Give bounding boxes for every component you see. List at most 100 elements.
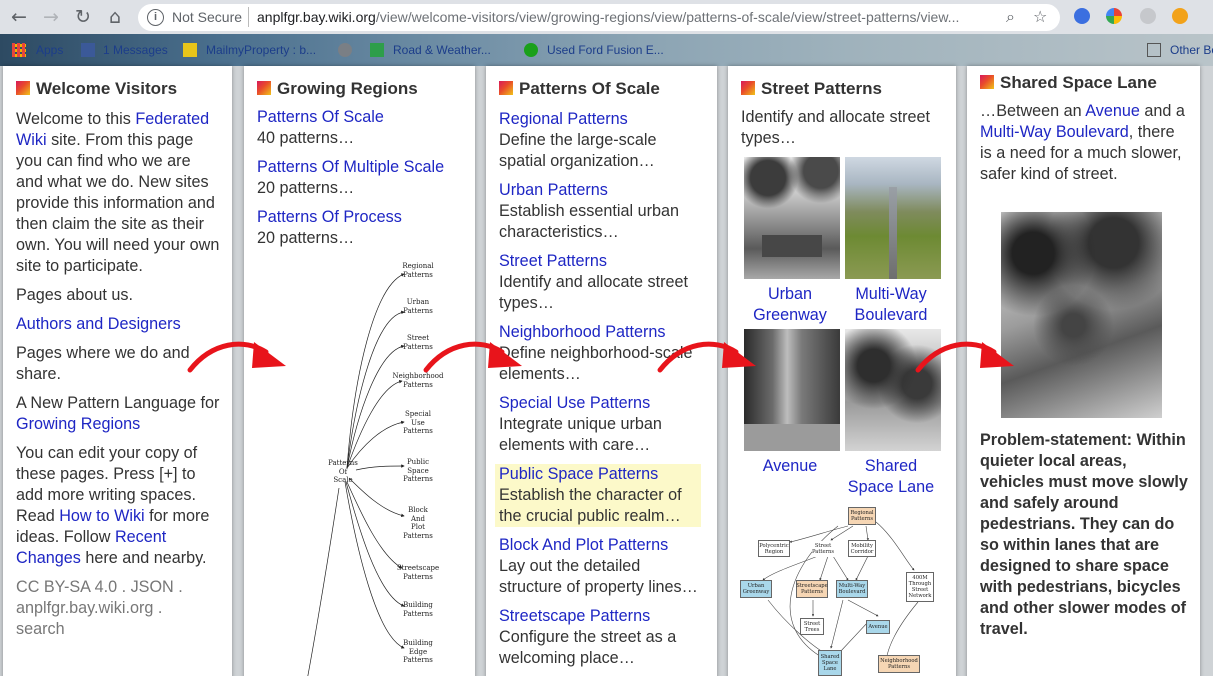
- how-to-wiki-link[interactable]: How to Wiki: [59, 507, 144, 525]
- address-bar[interactable]: i Not Secure anplfgr.bay.wiki.org/view/w…: [138, 4, 1060, 31]
- url-divider: [248, 7, 249, 27]
- page-title: Patterns Of Scale: [499, 79, 660, 99]
- page-title: Shared Space Lane: [980, 73, 1157, 93]
- paragraph: Welcome to this Federated Wiki site. Fro…: [16, 110, 220, 275]
- list-item: Block And Plot Patterns Lay out the detai…: [499, 535, 705, 598]
- growing-regions-link[interactable]: Growing Regions: [16, 415, 140, 433]
- story-intro: Identify and allocate street types…: [741, 108, 930, 147]
- authors-designers-link[interactable]: Authors and Designers: [16, 314, 221, 335]
- public-space-patterns-link[interactable]: Public Space Patterns: [499, 464, 701, 485]
- site-flag-icon[interactable]: [741, 81, 755, 95]
- urban-patterns-link[interactable]: Urban Patterns: [499, 180, 705, 201]
- back-icon[interactable]: ←: [6, 4, 32, 30]
- extension-puzzle-icon[interactable]: [1140, 8, 1156, 24]
- red-arrow-icon: [657, 341, 756, 373]
- list-item: Patterns Of Scale 40 patterns…: [257, 107, 467, 149]
- extension-cplus-icon[interactable]: [1172, 8, 1188, 24]
- browser-toolbar: ← → ↻ ⌂ i Not Secure anplfgr.bay.wiki.or…: [0, 0, 1213, 34]
- graph-node-street-patterns: Street Patterns: [811, 541, 835, 557]
- list-item: Patterns Of Process 20 patterns…: [257, 207, 467, 249]
- shared-space-lane-link[interactable]: Shared Space Lane: [841, 456, 941, 498]
- problem-statement: Problem-statement: Within quieter local …: [980, 431, 1188, 638]
- graph-node-shared-space-lane: Shared Space Lane: [818, 650, 842, 676]
- zoom-icon[interactable]: ⌕: [1006, 7, 1015, 27]
- avenue-link[interactable]: Avenue: [740, 456, 840, 477]
- avenue-link[interactable]: Avenue: [1085, 102, 1140, 120]
- streetscape-patterns-link[interactable]: Streetscape Patterns: [499, 606, 705, 627]
- site-flag-icon[interactable]: [980, 75, 994, 89]
- page-title: Street Patterns: [741, 79, 882, 99]
- red-arrow-icon: [187, 341, 286, 373]
- graph-node-through-street-network: 400M Through Street Network: [906, 572, 934, 602]
- graph-node-neighborhood-patterns: Neighborhood Patterns: [878, 655, 920, 673]
- urban-greenway-link[interactable]: Urban Greenway: [740, 284, 840, 326]
- list-item: Regional Patterns Define the large-scale …: [499, 109, 705, 172]
- apps-icon: [12, 43, 26, 57]
- paragraph: Pages about us.: [16, 286, 133, 304]
- road-weather-icon: [370, 43, 384, 57]
- site-flag-icon[interactable]: [499, 81, 513, 95]
- ford-icon: [524, 43, 538, 57]
- block-and-plot-patterns-link[interactable]: Block And Plot Patterns: [499, 535, 705, 556]
- info-icon[interactable]: i: [147, 9, 164, 26]
- regional-patterns-link[interactable]: Regional Patterns: [499, 109, 705, 130]
- bookmark-apps[interactable]: Apps: [36, 43, 63, 57]
- graph-node-urban-greenway: Urban Greenway: [740, 580, 772, 598]
- story: Patterns Of Scale 40 patterns… Patterns O…: [257, 107, 467, 257]
- mailmyproperty-icon: [183, 43, 197, 57]
- page-title: Growing Regions: [257, 79, 418, 99]
- url-text[interactable]: anplfgr.bay.wiki.org/view/welcome-visito…: [257, 9, 999, 25]
- bookmark-other[interactable]: Other Bo: [1170, 43, 1213, 57]
- facebook-icon: [81, 43, 95, 57]
- site-link[interactable]: anplfgr.bay.wiki.org .: [16, 598, 221, 619]
- street-patterns-link[interactable]: Street Patterns: [499, 251, 705, 272]
- diagram-node: Building Patterns: [403, 601, 433, 618]
- home-icon[interactable]: ⌂: [102, 4, 128, 30]
- url-host: anplfgr.bay.wiki.org: [257, 9, 376, 25]
- paragraph: …Between an Avenue and a Multi-Way Boule…: [980, 102, 1185, 183]
- diagram-node: Streetscape Patterns: [396, 564, 440, 581]
- red-arrow-icon: [915, 341, 1014, 373]
- license-json-links[interactable]: CC BY-SA 4.0 . JSON .: [16, 577, 221, 598]
- multi-way-boulevard-link[interactable]: Multi-Way Boulevard: [980, 123, 1129, 141]
- diagram-node: Public Space Patterns: [403, 458, 433, 483]
- forward-icon[interactable]: →: [38, 4, 64, 30]
- list-item: Patterns Of Multiple Scale 20 patterns…: [257, 157, 467, 199]
- red-arrow-icon: [423, 341, 522, 373]
- reload-icon[interactable]: ↻: [70, 4, 96, 30]
- extension-shield-icon[interactable]: [1074, 8, 1090, 24]
- bookmark-messages[interactable]: 1 Messages: [103, 43, 168, 57]
- bookmark-mailmyproperty[interactable]: MailmyProperty : b...: [206, 43, 316, 57]
- bookmark-ford-fusion[interactable]: Used Ford Fusion E...: [547, 43, 664, 57]
- list-item-highlighted: Public Space Patterns Establish the chara…: [495, 464, 701, 527]
- graph-node-regional-patterns: Regional Patterns: [848, 507, 876, 525]
- star-icon[interactable]: ☆: [1033, 7, 1047, 26]
- bookmark-road-weather[interactable]: Road & Weather...: [393, 43, 491, 57]
- special-use-patterns-link[interactable]: Special Use Patterns: [499, 393, 705, 414]
- patterns-of-multiple-scale-link[interactable]: Patterns Of Multiple Scale: [257, 157, 467, 178]
- paragraph: You can edit your copy of these pages. P…: [16, 444, 210, 567]
- globe-icon: [338, 43, 352, 57]
- site-flag-icon[interactable]: [257, 81, 271, 95]
- url-path: /view/welcome-visitors/view/growing-regi…: [375, 9, 960, 25]
- urban-greenway-thumbnail[interactable]: [744, 157, 840, 279]
- bookmarks-bar: Apps 1 Messages MailmyProperty : b... Ro…: [0, 34, 1213, 66]
- multi-way-boulevard-thumbnail[interactable]: [845, 157, 941, 279]
- diagram-node: Regional Patterns: [402, 262, 434, 279]
- list-item: Urban Patterns Establish essential urban …: [499, 180, 705, 243]
- graph-node-polycentric-region: Polycentric Region: [758, 540, 790, 557]
- patterns-of-process-link[interactable]: Patterns Of Process: [257, 207, 467, 228]
- site-flag-icon[interactable]: [16, 81, 30, 95]
- multi-way-boulevard-link[interactable]: Multi-Way Boulevard: [841, 284, 941, 326]
- graph-node-streetscape-patterns: Streetscape Patterns: [796, 580, 828, 598]
- story: …Between an Avenue and a Multi-Way Boule…: [980, 101, 1186, 185]
- diagram-node: Urban Patterns: [403, 298, 433, 315]
- search-link[interactable]: search: [16, 619, 221, 640]
- list-item: Street Patterns Identify and allocate str…: [499, 251, 705, 314]
- paragraph: A New Pattern Language for Growing Regio…: [16, 394, 220, 433]
- extension-color-icon[interactable]: [1106, 8, 1122, 24]
- folder-icon: [1147, 43, 1161, 57]
- page-footer: CC BY-SA 4.0 . JSON . anplfgr.bay.wiki.o…: [16, 577, 221, 640]
- diagram-node: Block And Plot Patterns: [403, 506, 433, 540]
- patterns-of-scale-link[interactable]: Patterns Of Scale: [257, 107, 467, 128]
